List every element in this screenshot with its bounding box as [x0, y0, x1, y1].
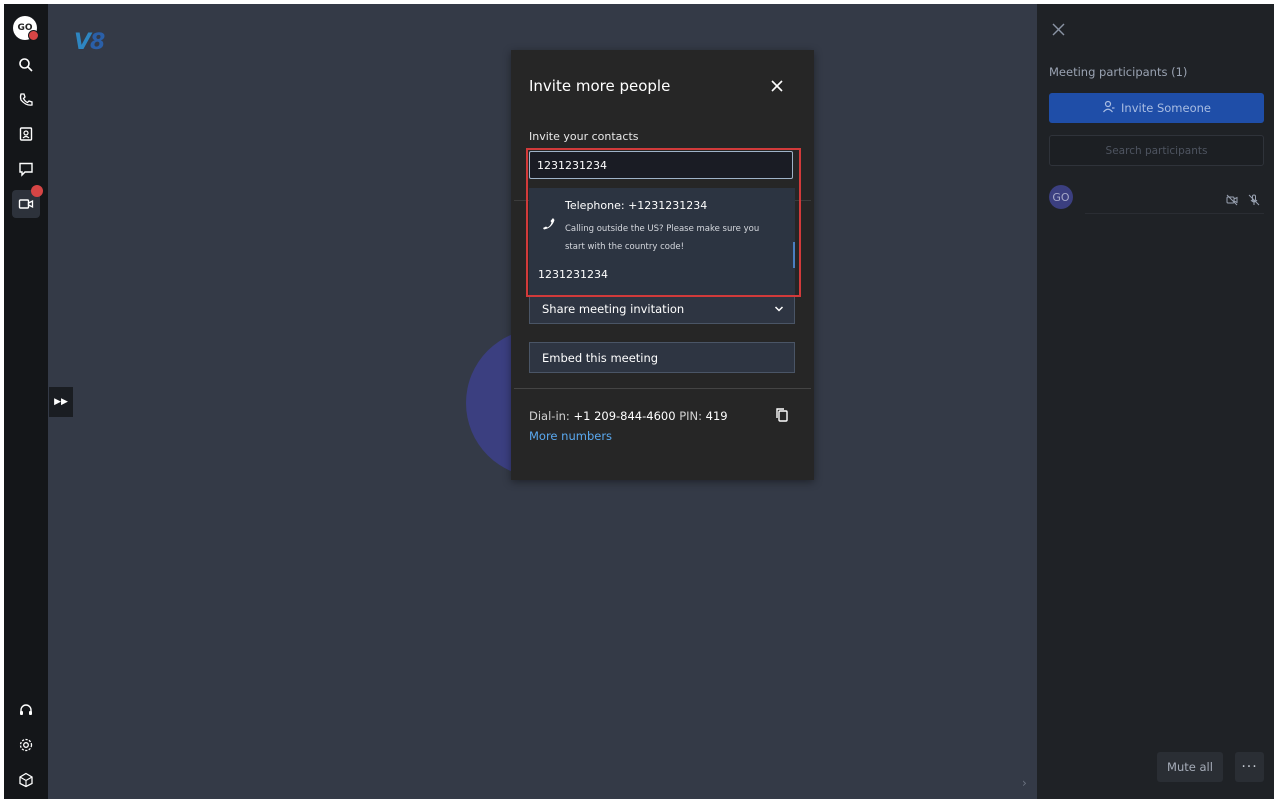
app-logo: V8	[74, 30, 105, 55]
participant-row[interactable]: GO	[1049, 185, 1264, 217]
country-code-hint: Calling outside the US? Please make sure…	[565, 224, 760, 252]
headset-icon[interactable]	[12, 696, 40, 724]
expand-panel-button[interactable]: ▶▶	[49, 387, 73, 417]
dialog-title: Invite more people	[529, 77, 671, 95]
suggestion-dropdown: Telephone: +1231231234 Calling outside t…	[529, 188, 795, 295]
chevron-right-icon[interactable]: ›	[1022, 776, 1027, 790]
chevron-down-icon	[774, 303, 784, 317]
status-badge	[28, 30, 39, 41]
invite-someone-label: Invite Someone	[1121, 101, 1211, 115]
video-off-icon	[1226, 191, 1238, 210]
call-badge	[31, 185, 43, 197]
phone-icon	[542, 216, 556, 235]
suggestion-plain-option[interactable]: 1231231234	[538, 268, 608, 281]
app-frame: GO V8 ▶▶ G Invite more	[4, 4, 1274, 799]
video-meeting-icon[interactable]	[12, 185, 43, 218]
left-sidebar: GO	[4, 4, 48, 799]
phone-icon[interactable]	[12, 86, 40, 114]
close-panel-icon[interactable]	[1052, 21, 1065, 40]
contacts-label: Invite your contacts	[529, 130, 639, 143]
pin-value: 419	[705, 409, 728, 423]
participants-panel: Meeting participants (1) Invite Someone …	[1037, 4, 1274, 799]
mic-off-icon	[1248, 191, 1260, 210]
search-participants-input[interactable]: Search participants	[1049, 135, 1264, 166]
invite-contacts-input[interactable]: 1231231234	[529, 151, 793, 179]
settings-gear-icon[interactable]	[12, 731, 40, 759]
divider	[514, 388, 811, 389]
close-icon[interactable]	[770, 78, 786, 94]
search-icon[interactable]	[12, 51, 40, 79]
dial-in-info: Dial-in: +1 209-844-4600 PIN: 419	[529, 409, 728, 423]
divider	[1085, 213, 1264, 214]
user-avatar[interactable]: GO	[13, 16, 39, 41]
dial-in-label: Dial-in:	[529, 409, 570, 423]
double-chevron-right-icon: ▶▶	[54, 397, 68, 407]
package-icon[interactable]	[12, 766, 40, 794]
dropdown-scrollbar[interactable]	[793, 242, 795, 268]
copy-icon[interactable]	[775, 407, 789, 427]
embed-meeting-label: Embed this meeting	[542, 350, 659, 365]
chat-icon[interactable]	[12, 155, 40, 183]
invite-dialog: Invite more people Invite your contacts …	[511, 50, 814, 480]
suggestion-telephone-option[interactable]: Telephone: +1231231234 Calling outside t…	[529, 188, 795, 262]
more-numbers-link[interactable]: More numbers	[529, 429, 612, 443]
embed-meeting-button[interactable]: Embed this meeting	[529, 342, 795, 373]
add-user-icon	[1102, 100, 1115, 116]
share-invitation-dropdown[interactable]: Share meeting invitation	[529, 293, 795, 324]
participants-title: Meeting participants (1)	[1049, 65, 1188, 79]
invite-someone-button[interactable]: Invite Someone	[1049, 93, 1264, 123]
suggestion-telephone: Telephone: +1231231234	[565, 199, 708, 212]
pin-label: PIN:	[679, 409, 703, 423]
participant-avatar: GO	[1049, 185, 1073, 209]
dial-in-number: +1 209-844-4600	[573, 409, 676, 423]
contacts-icon[interactable]	[12, 120, 40, 148]
mute-all-button[interactable]: Mute all	[1157, 752, 1223, 782]
share-invitation-label: Share meeting invitation	[542, 301, 685, 316]
more-options-button[interactable]: ···	[1235, 752, 1264, 782]
